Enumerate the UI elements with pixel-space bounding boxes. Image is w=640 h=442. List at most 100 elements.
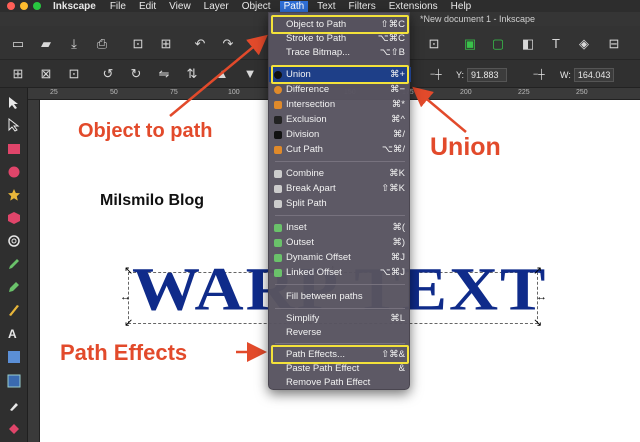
flip-vertical-icon[interactable]: ⇅ bbox=[184, 66, 200, 82]
menu-item-remove-path-effect[interactable]: Remove Path Effect bbox=[269, 375, 411, 390]
flip-horizontal-icon[interactable]: ⇋ bbox=[156, 66, 172, 82]
menu-item-difference[interactable]: Difference ⌘− bbox=[269, 82, 411, 97]
node-tool-icon[interactable] bbox=[7, 118, 21, 132]
import-icon[interactable]: ⊡ bbox=[130, 36, 146, 52]
ungroup-icon[interactable]: ▢ bbox=[490, 36, 506, 52]
save-icon[interactable]: ⤓ bbox=[66, 36, 82, 52]
toolbox: A bbox=[0, 88, 28, 442]
menu-item-shortcut: ⌘/ bbox=[392, 129, 405, 140]
deselect-icon[interactable]: ⊡ bbox=[66, 66, 82, 82]
scale-handle-sw[interactable]: ↙ bbox=[124, 318, 133, 329]
linked-offset-icon bbox=[274, 269, 282, 277]
gradient-tool-icon[interactable] bbox=[7, 350, 21, 364]
w-label: W: bbox=[560, 70, 571, 80]
paint-bucket-tool-icon[interactable] bbox=[7, 422, 21, 436]
menu-item-reverse[interactable]: Reverse bbox=[269, 325, 411, 340]
print-icon[interactable]: ⎙ bbox=[94, 36, 110, 52]
rotate-cw-icon[interactable]: ↻ bbox=[128, 66, 144, 82]
open-folder-icon[interactable]: ▰ bbox=[38, 36, 54, 52]
align-icon[interactable]: ⊟ bbox=[606, 36, 622, 52]
division-icon bbox=[274, 131, 282, 139]
pencil-tool-icon[interactable] bbox=[7, 257, 21, 271]
scale-handle-w[interactable]: ↔ bbox=[120, 292, 131, 303]
menu-extensions[interactable]: Extensions bbox=[389, 1, 438, 12]
break-apart-icon bbox=[274, 185, 282, 193]
app-menu[interactable]: Inkscape bbox=[53, 1, 96, 12]
zoom-selection-icon[interactable]: ⊡ bbox=[426, 36, 442, 52]
menu-item-shortcut: ⌘* bbox=[391, 99, 405, 110]
menu-item-division[interactable]: Division ⌘/ bbox=[269, 127, 411, 142]
text-font-icon[interactable]: T bbox=[548, 36, 564, 52]
window-controls bbox=[7, 2, 41, 10]
w-input[interactable]: 164.043 bbox=[573, 68, 615, 82]
menu-filters[interactable]: Filters bbox=[349, 1, 376, 12]
blog-label: Milsmilo Blog bbox=[100, 192, 204, 209]
new-document-icon[interactable]: ▭ bbox=[10, 36, 26, 52]
close-window-button[interactable] bbox=[7, 2, 15, 10]
menu-item-label: Fill between paths bbox=[286, 291, 363, 302]
minimize-window-button[interactable] bbox=[20, 2, 28, 10]
scale-handle-nw[interactable]: ↖ bbox=[124, 266, 133, 277]
menu-item-shortcut: ⌥⌘/ bbox=[381, 144, 405, 155]
dropper-tool-icon[interactable] bbox=[7, 398, 21, 412]
highlight-object-to-path bbox=[271, 15, 409, 34]
menu-item-trace-bitmap[interactable]: Trace Bitmap... ⌥⇧B bbox=[269, 45, 411, 60]
menu-item-outset[interactable]: Outset ⌘) bbox=[269, 235, 411, 250]
x-plus-control[interactable]: −┼ bbox=[430, 69, 442, 79]
menu-item-exclusion[interactable]: Exclusion ⌘^ bbox=[269, 112, 411, 127]
star-tool-icon[interactable] bbox=[7, 188, 21, 202]
text-tool-icon[interactable]: A bbox=[7, 326, 21, 340]
layers-icon[interactable]: ◈ bbox=[576, 36, 592, 52]
menu-item-cut-path[interactable]: Cut Path ⌥⌘/ bbox=[269, 142, 411, 157]
select-all-layers-icon[interactable]: ⊠ bbox=[38, 66, 54, 82]
raise-icon[interactable]: ▲ bbox=[214, 66, 230, 82]
menu-item-label: Division bbox=[286, 129, 320, 140]
menu-item-simplify[interactable]: Simplify ⌘L bbox=[269, 311, 411, 326]
rectangle-tool-icon[interactable] bbox=[7, 142, 21, 156]
scale-handle-e[interactable]: ↔ bbox=[536, 292, 547, 303]
menu-help[interactable]: Help bbox=[451, 1, 472, 12]
menu-item-fill-between-paths[interactable]: Fill between paths bbox=[269, 289, 411, 304]
y-input[interactable]: 91.883 bbox=[467, 68, 508, 82]
selector-tool-icon[interactable] bbox=[7, 96, 21, 110]
cut-path-icon bbox=[274, 146, 282, 154]
exclusion-icon bbox=[274, 116, 282, 124]
circle-tool-icon[interactable] bbox=[7, 165, 21, 179]
menu-item-combine[interactable]: Combine ⌘K bbox=[269, 166, 411, 181]
group-icon[interactable]: ▣ bbox=[462, 36, 478, 52]
lower-icon[interactable]: ▼ bbox=[242, 66, 258, 82]
menu-view[interactable]: View bbox=[169, 1, 191, 12]
select-all-icon[interactable]: ⊞ bbox=[10, 66, 26, 82]
spiral-tool-icon[interactable] bbox=[7, 234, 21, 248]
export-icon[interactable]: ⊞ bbox=[158, 36, 174, 52]
menu-file[interactable]: File bbox=[110, 1, 126, 12]
menu-item-break-apart[interactable]: Break Apart ⇧⌘K bbox=[269, 181, 411, 196]
3d-box-tool-icon[interactable] bbox=[7, 211, 21, 225]
scale-handle-ne[interactable]: ↗ bbox=[533, 266, 542, 277]
menu-path[interactable]: Path bbox=[279, 0, 309, 12]
zoom-window-button[interactable] bbox=[33, 2, 41, 10]
menu-item-inset[interactable]: Inset ⌘( bbox=[269, 220, 411, 235]
menu-item-dynamic-offset[interactable]: Dynamic Offset ⌘J bbox=[269, 250, 411, 265]
menu-item-linked-offset[interactable]: Linked Offset ⌥⌘J bbox=[269, 265, 411, 280]
rotate-ccw-icon[interactable]: ↺ bbox=[100, 66, 116, 82]
menu-object[interactable]: Object bbox=[242, 1, 271, 12]
menu-item-label: Split Path bbox=[286, 198, 327, 209]
y-plus-control[interactable]: −┼ bbox=[533, 69, 545, 79]
mesh-tool-icon[interactable] bbox=[7, 374, 21, 388]
fill-stroke-icon[interactable]: ◧ bbox=[520, 36, 536, 52]
pen-tool-icon[interactable] bbox=[7, 280, 21, 294]
annotation-union: Union bbox=[430, 133, 501, 161]
menu-item-shortcut: ⌘) bbox=[392, 237, 405, 248]
redo-icon[interactable]: ↷ bbox=[220, 36, 236, 52]
difference-icon bbox=[274, 86, 282, 94]
menu-text[interactable]: Text bbox=[317, 1, 335, 12]
menu-layer[interactable]: Layer bbox=[204, 1, 229, 12]
undo-icon[interactable]: ↶ bbox=[192, 36, 208, 52]
menu-item-intersection[interactable]: Intersection ⌘* bbox=[269, 97, 411, 112]
menu-edit[interactable]: Edit bbox=[139, 1, 156, 12]
calligraphy-tool-icon[interactable] bbox=[7, 303, 21, 317]
menu-item-split-path[interactable]: Split Path bbox=[269, 196, 411, 211]
scale-handle-se[interactable]: ↘ bbox=[533, 318, 542, 329]
menu-item-label: Remove Path Effect bbox=[286, 377, 371, 388]
